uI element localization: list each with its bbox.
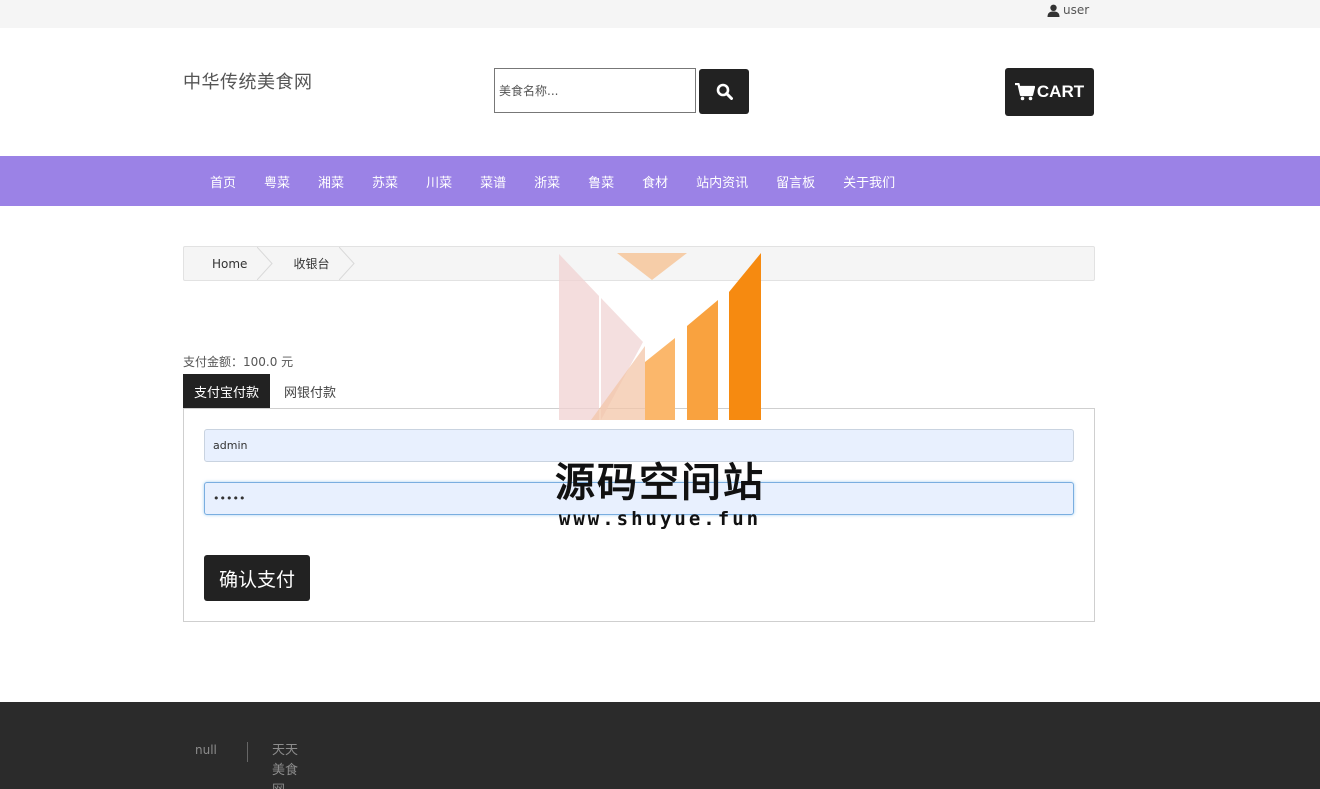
tab-alipay[interactable]: 支付宝付款 <box>183 374 271 409</box>
nav-item-xiang-cuisine[interactable]: 湘菜 <box>304 172 358 191</box>
nav-item-yue-cuisine[interactable]: 粤菜 <box>250 172 304 191</box>
payment-panel: 确认支付 <box>183 408 1095 622</box>
footer-divider <box>247 742 248 762</box>
nav-item-message-board[interactable]: 留言板 <box>762 172 829 191</box>
user-icon <box>1047 4 1060 17</box>
footer-brand: 天天美食网 <box>272 743 299 789</box>
breadcrumb-home[interactable]: Home <box>184 247 274 280</box>
search-input[interactable] <box>494 68 696 113</box>
nav-item-su-cuisine[interactable]: 苏菜 <box>358 172 412 191</box>
payment-amount: 支付金额：100.0 元 <box>183 355 294 369</box>
user-link[interactable]: user <box>1047 3 1089 17</box>
cart-icon <box>1014 83 1035 101</box>
breadcrumb: Home 收银台 <box>183 246 1095 281</box>
breadcrumb-current-label: 收银台 <box>293 257 330 271</box>
breadcrumb-current: 收银台 <box>273 247 356 280</box>
payment-tabs: 支付宝付款 网银付款 <box>183 374 350 409</box>
nav-item-home[interactable]: 首页 <box>196 172 250 191</box>
top-bar: user <box>0 0 1320 28</box>
breadcrumb-separator-icon <box>257 247 274 280</box>
nav-item-ingredients[interactable]: 食材 <box>628 172 682 191</box>
nav-item-news[interactable]: 站内资讯 <box>682 172 762 191</box>
tab-online-banking[interactable]: 网银付款 <box>270 374 350 409</box>
breadcrumb-home-label: Home <box>212 256 248 271</box>
user-label: user <box>1063 3 1090 17</box>
main-nav: 首页 粤菜 湘菜 苏菜 川菜 菜谱 浙菜 鲁菜 食材 站内资讯 留言板 关于我们 <box>0 156 1320 206</box>
nav-list: 首页 粤菜 湘菜 苏菜 川菜 菜谱 浙菜 鲁菜 食材 站内资讯 留言板 关于我们 <box>196 156 909 206</box>
nav-item-lu-cuisine[interactable]: 鲁菜 <box>574 172 628 191</box>
confirm-payment-button[interactable]: 确认支付 <box>204 555 310 601</box>
nav-item-about-us[interactable]: 关于我们 <box>829 172 909 191</box>
nav-item-zhe-cuisine[interactable]: 浙菜 <box>520 172 574 191</box>
cart-label: CART <box>1036 82 1085 101</box>
search-button[interactable] <box>699 69 749 114</box>
footer-left-text: null <box>195 743 217 757</box>
password-input[interactable] <box>204 482 1074 515</box>
footer: null 天天美食网 <box>0 702 1320 789</box>
breadcrumb-separator-icon <box>339 247 356 280</box>
account-input[interactable] <box>204 429 1074 462</box>
nav-item-recipes[interactable]: 菜谱 <box>466 172 520 191</box>
site-title[interactable]: 中华传统美食网 <box>183 68 313 94</box>
search-icon <box>716 83 733 100</box>
nav-item-chuan-cuisine[interactable]: 川菜 <box>412 172 466 191</box>
cart-button[interactable]: CART <box>1005 68 1094 116</box>
